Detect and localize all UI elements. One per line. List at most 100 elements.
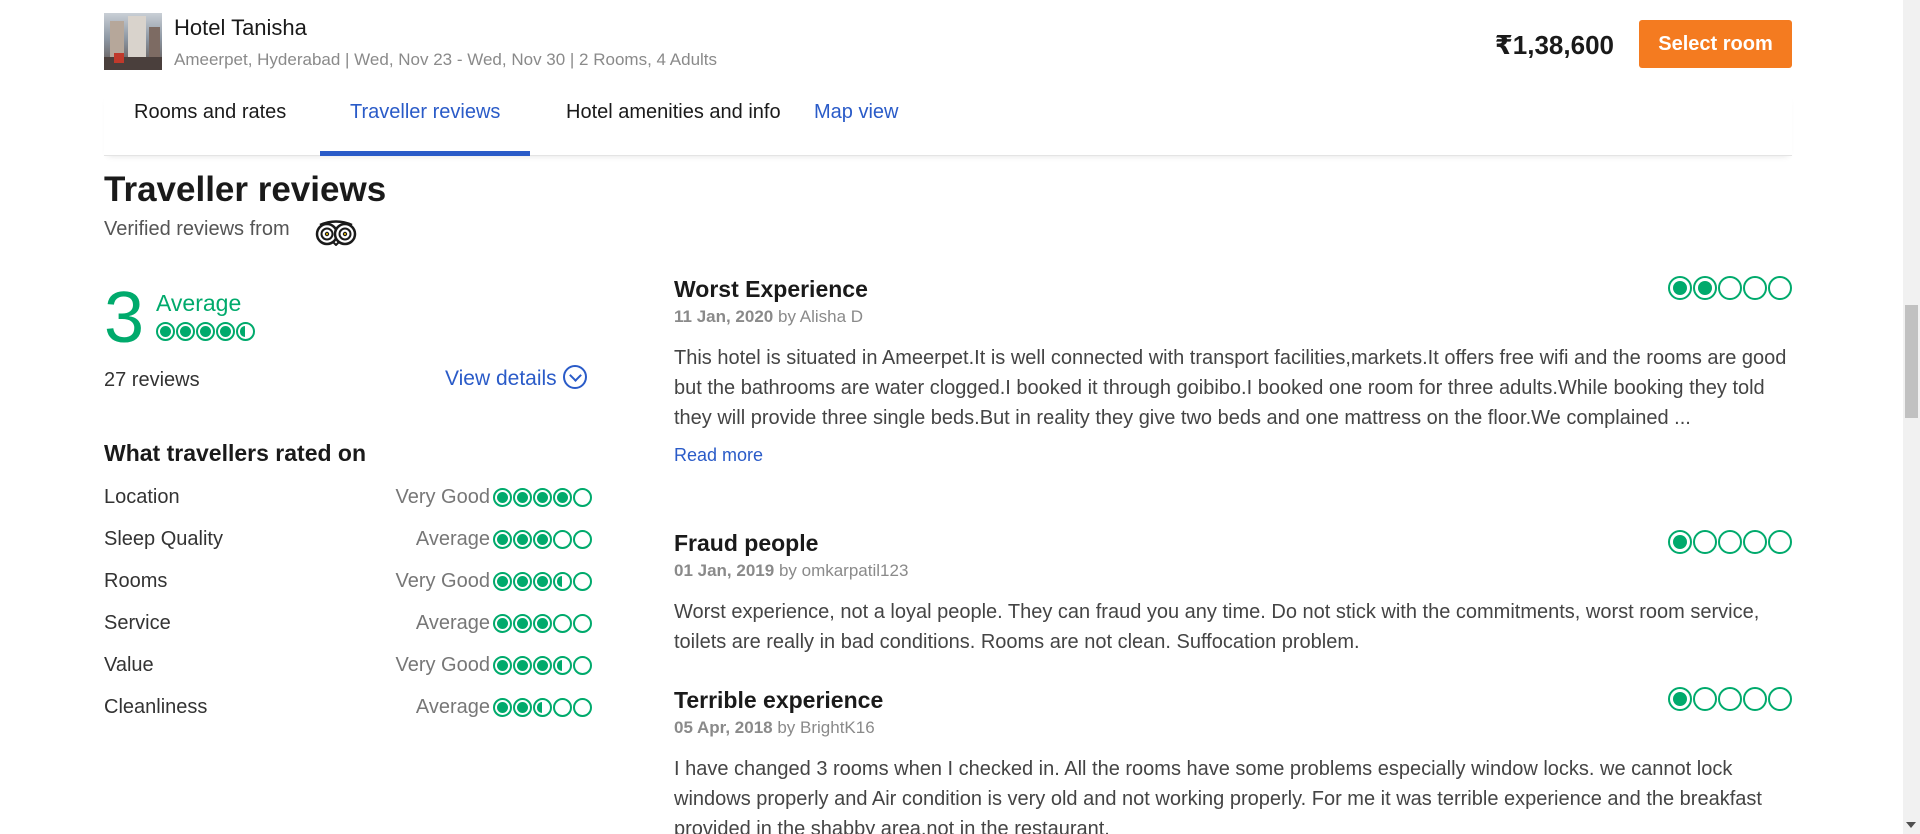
total-price: ₹1,38,600	[1494, 30, 1614, 60]
rating-bubble-icon	[1668, 530, 1692, 554]
section-title: Traveller reviews	[104, 170, 387, 209]
bubble-rating	[493, 572, 592, 591]
bubble-rating	[493, 656, 592, 675]
rating-row-sleep-quality: Sleep Quality Average	[104, 528, 592, 554]
rating-bubble-icon	[553, 530, 572, 549]
rating-bubble-icon	[1743, 687, 1767, 711]
rating-category: Location	[104, 486, 180, 508]
rating-bubble-icon	[533, 614, 552, 633]
review-meta: 01 Jan, 2019 by omkarpatil123	[674, 561, 1792, 581]
chevron-down-icon	[562, 365, 587, 390]
review-date: 05 Apr, 2018	[674, 718, 773, 737]
rating-bubble-icon	[1768, 530, 1792, 554]
rating-bubble-icon	[216, 322, 235, 341]
rating-category: Rooms	[104, 570, 168, 592]
rating-bubble-icon	[1668, 687, 1692, 711]
rating-level: Average	[415, 612, 490, 634]
tab-hotel-amenities[interactable]: Hotel amenities and info	[536, 92, 811, 156]
review-date: 01 Jan, 2019	[674, 561, 775, 580]
rating-row-service: Service Average	[104, 612, 592, 638]
scroll-down-arrow-icon[interactable]	[1906, 822, 1916, 828]
rating-bubble-icon	[573, 530, 592, 549]
rating-bubble-icon	[533, 698, 552, 717]
review-author: by omkarpatil123	[778, 561, 909, 580]
hotel-header: Hotel Tanisha Ameerpet, Hyderabad | Wed,…	[104, 13, 1792, 71]
review-author: by BrightK16	[777, 718, 875, 737]
bubble-rating	[493, 614, 592, 633]
overall-bubble-rating	[156, 322, 255, 346]
tab-traveller-reviews[interactable]: Traveller reviews	[320, 92, 531, 156]
bubble-rating	[1668, 530, 1792, 554]
rating-bubble-icon	[1718, 530, 1742, 554]
review-card: Fraud people 01 Jan, 2019 by omkarpatil1…	[674, 530, 1792, 657]
review-title: Terrible experience	[674, 687, 884, 713]
section-tabs: Rooms and rates Traveller reviews Hotel …	[104, 92, 1792, 156]
rating-bubble-icon	[1743, 530, 1767, 554]
review-meta: 11 Jan, 2020 by Alisha D	[674, 307, 1792, 327]
rating-bubble-icon	[533, 572, 552, 591]
rating-bubble-icon	[513, 614, 532, 633]
rating-level: Very Good	[395, 570, 490, 592]
rating-bubble-icon	[1743, 276, 1767, 300]
rating-bubble-icon	[493, 614, 512, 633]
rating-bubble-icon	[513, 656, 532, 675]
review-card: Terrible experience 05 Apr, 2018 by Brig…	[674, 687, 1792, 834]
tripadvisor-owl-icon	[315, 220, 357, 246]
review-title: Fraud people	[674, 530, 819, 556]
scrollbar-thumb[interactable]	[1905, 305, 1918, 418]
rating-bubble-icon	[156, 322, 175, 341]
rating-bubble-icon	[196, 322, 215, 341]
overall-rating-label: Average	[156, 290, 242, 316]
rating-row-value: Value Very Good	[104, 654, 592, 680]
view-details-label: View details	[445, 367, 557, 390]
rating-row-rooms: Rooms Very Good	[104, 570, 592, 596]
rating-bubble-icon	[1768, 687, 1792, 711]
thumb-street	[104, 57, 162, 70]
rating-category: Sleep Quality	[104, 528, 223, 550]
review-body: I have changed 3 rooms when I checked in…	[674, 758, 1762, 834]
rating-bubble-icon	[1668, 276, 1692, 300]
rating-bubble-icon	[513, 530, 532, 549]
rating-bubble-icon	[1693, 687, 1717, 711]
review-body: Worst experience, not a loyal people. Th…	[674, 601, 1760, 653]
rating-bubble-icon	[493, 698, 512, 717]
rating-bubble-icon	[533, 488, 552, 507]
rating-level: Very Good	[395, 654, 490, 676]
rating-bubble-icon	[573, 698, 592, 717]
rating-category: Cleanliness	[104, 696, 208, 718]
rating-bubble-icon	[513, 488, 532, 507]
read-more-link[interactable]: Read more	[674, 445, 763, 466]
tab-rooms-and-rates[interactable]: Rooms and rates	[104, 92, 316, 156]
rating-bubble-icon	[513, 572, 532, 591]
rating-bubble-icon	[493, 572, 512, 591]
rating-bubble-icon	[573, 656, 592, 675]
overall-score: 3	[104, 278, 145, 358]
rating-bubble-icon	[493, 530, 512, 549]
rating-row-location: Location Very Good	[104, 486, 592, 512]
rating-category: Service	[104, 612, 171, 634]
rating-bubble-icon	[553, 572, 572, 591]
review-title: Worst Experience	[674, 276, 868, 302]
bubble-rating	[493, 698, 592, 717]
view-details-link[interactable]: View details	[445, 365, 587, 391]
select-room-button[interactable]: Select room	[1639, 20, 1792, 68]
review-meta: 05 Apr, 2018 by BrightK16	[674, 718, 1792, 738]
bubble-rating	[1668, 276, 1792, 300]
rating-level: Average	[415, 696, 490, 718]
rating-bubble-icon	[533, 656, 552, 675]
tab-map-view[interactable]: Map view	[784, 92, 928, 156]
rating-bubble-icon	[493, 488, 512, 507]
rating-level: Very Good	[395, 486, 490, 508]
rating-bubble-icon	[573, 614, 592, 633]
rating-bubble-icon	[553, 614, 572, 633]
hotel-name: Hotel Tanisha	[174, 15, 307, 40]
hotel-details-page: Hotel Tanisha Ameerpet, Hyderabad | Wed,…	[0, 0, 1920, 834]
review-body: This hotel is situated in Ameerpet.It is…	[674, 347, 1787, 429]
rating-bubble-icon	[1718, 687, 1742, 711]
rating-bubble-icon	[513, 698, 532, 717]
page-scrollbar[interactable]	[1903, 0, 1920, 834]
bubble-rating	[1668, 687, 1792, 711]
bubble-rating	[493, 488, 592, 507]
hotel-thumbnail[interactable]	[104, 13, 162, 70]
bubble-rating	[156, 322, 255, 341]
